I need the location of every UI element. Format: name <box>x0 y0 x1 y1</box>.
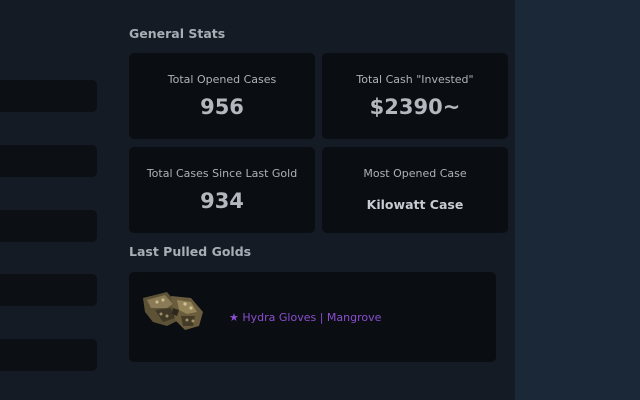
stat-value: 956 <box>200 95 244 119</box>
stat-label: Total Cases Since Last Gold <box>146 167 298 180</box>
gold-item-name[interactable]: ★ Hydra Gloves | Mangrove <box>229 311 381 324</box>
sidebar-item[interactable] <box>0 145 97 177</box>
stat-card-total-cash: Total Cash "Invested" $2390~ <box>322 53 508 139</box>
sidebar-item[interactable] <box>0 339 97 371</box>
last-golds-title: Last Pulled Golds <box>129 244 252 259</box>
sidebar-item[interactable] <box>0 80 97 112</box>
stat-value: 934 <box>200 189 244 213</box>
stat-card-most-opened: Most Opened Case Kilowatt Case <box>322 147 508 233</box>
stat-label: Total Opened Cases <box>167 73 277 86</box>
stat-value: $2390~ <box>369 95 461 119</box>
general-stats-title: General Stats <box>129 26 226 41</box>
sidebar-item[interactable] <box>0 210 97 242</box>
main-panel: General Stats Total Opened Cases 956 Tot… <box>0 0 515 400</box>
gloves-image[interactable] <box>137 286 209 336</box>
stat-card-total-opened: Total Opened Cases 956 <box>129 53 315 139</box>
right-panel <box>515 0 640 400</box>
stat-card-since-last-gold: Total Cases Since Last Gold 934 <box>129 147 315 233</box>
last-golds-card: ★ Hydra Gloves | Mangrove <box>129 272 496 362</box>
sidebar-item[interactable] <box>0 274 97 306</box>
stat-label: Total Cash "Invested" <box>356 73 474 86</box>
stat-label: Most Opened Case <box>363 167 467 180</box>
stat-value: Kilowatt Case <box>366 197 464 212</box>
